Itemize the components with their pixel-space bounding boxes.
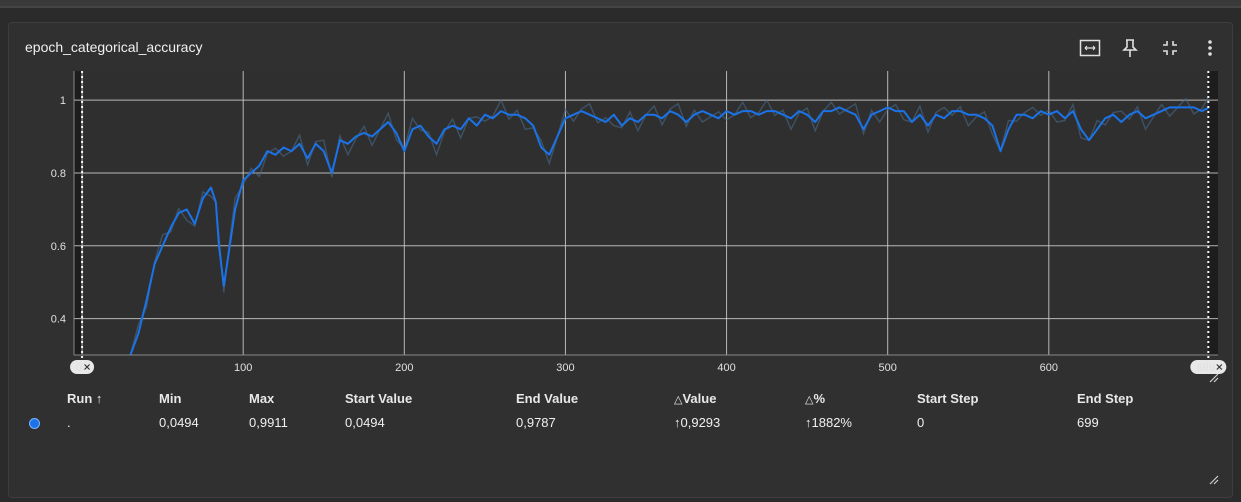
col-header-max[interactable]: Max: [249, 391, 274, 406]
table-resize-handle[interactable]: [1209, 475, 1219, 485]
col-header-delta-value[interactable]: △Value: [674, 391, 716, 406]
x-tick-label: 400: [717, 362, 735, 374]
cell-end-step: 699: [1077, 415, 1099, 430]
col-header-start-step[interactable]: Start Step: [917, 391, 978, 406]
cell-delta-percent: ↑1882%: [805, 415, 852, 430]
x-tick-label: 200: [395, 362, 413, 374]
cell-start-value: 0,0494: [345, 415, 385, 430]
x-tick-label: 100: [234, 362, 252, 374]
x-tick-label: 300: [556, 362, 574, 374]
cell-run: .: [67, 415, 71, 430]
excluded-range-left: [74, 71, 83, 355]
excluded-range-right: [1208, 71, 1218, 355]
col-header-start-value[interactable]: Start Value: [345, 391, 412, 406]
cell-min: 0,0494: [159, 415, 199, 430]
col-header-delta-percent[interactable]: △%: [805, 391, 825, 406]
line-chart[interactable]: 01002003004005006000.40.60.810699: [9, 23, 1234, 383]
sort-arrow-icon: ↑: [95, 391, 103, 406]
y-tick-label: 0.8: [51, 168, 66, 180]
x-tick-label: 500: [879, 362, 897, 374]
cell-max: 0,9911: [249, 415, 288, 430]
col-header-end-value[interactable]: End Value: [516, 391, 578, 406]
col-header-end-step[interactable]: End Step: [1077, 391, 1133, 406]
cell-delta-value: ↑0,9293: [674, 415, 721, 430]
y-tick-label: 1: [60, 95, 66, 107]
run-color-dot[interactable]: [29, 418, 40, 429]
window-top-divider: [0, 6, 1241, 8]
cell-start-step: 0: [917, 415, 925, 430]
y-tick-label: 0.6: [51, 241, 66, 253]
col-header-min[interactable]: Min: [159, 391, 181, 406]
scalar-card: epoch_categorical_accuracy 0100200300400…: [8, 22, 1233, 498]
chart-resize-handle[interactable]: [1209, 373, 1219, 383]
range-marker-label: 0: [76, 362, 82, 374]
y-tick-label: 0.4: [51, 314, 66, 326]
x-tick-label: 600: [1040, 362, 1058, 374]
col-header-run[interactable]: Run ↑: [67, 391, 102, 406]
cell-end-value: 0,9787: [516, 415, 556, 430]
